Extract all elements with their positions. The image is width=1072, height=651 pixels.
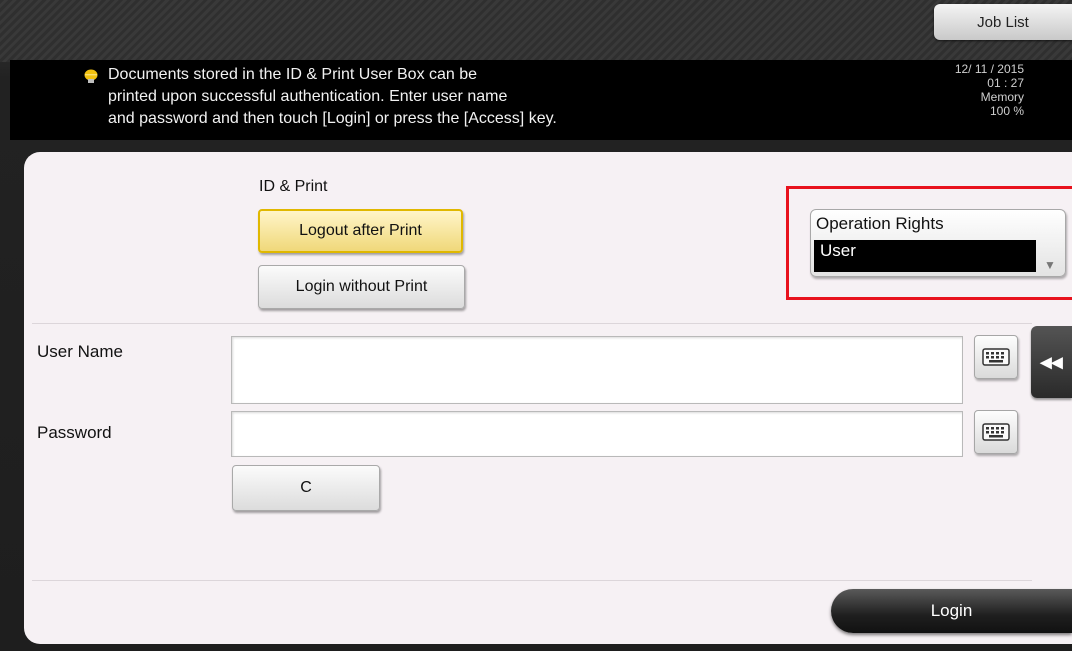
- side-panel-tab[interactable]: ◂◂: [1031, 326, 1072, 398]
- instruction-message: Documents stored in the ID & Print User …: [108, 64, 808, 130]
- job-list-button[interactable]: Job List: [934, 4, 1072, 40]
- divider: [32, 580, 1032, 581]
- keyboard-icon: [982, 423, 1010, 441]
- memory-value: 100 %: [989, 104, 1024, 118]
- login-button[interactable]: Login: [831, 589, 1072, 633]
- keyboard-button-password[interactable]: [974, 410, 1018, 454]
- memory-label: Memory: [980, 90, 1024, 104]
- time-text: 01 : 27: [987, 76, 1024, 90]
- date-text: 12/ 11 / 2015: [954, 62, 1024, 76]
- user-name-field[interactable]: [231, 336, 963, 404]
- id-print-label: ID & Print: [259, 178, 328, 195]
- mfp-screen: Job List Documents stored in the ID & Pr…: [0, 0, 1072, 651]
- login-without-print-button[interactable]: Login without Print: [258, 265, 465, 309]
- message-line: printed upon successful authentication. …: [108, 88, 508, 105]
- operation-rights-label: Operation Rights: [816, 214, 944, 233]
- password-field[interactable]: [231, 411, 963, 457]
- message-line: Documents stored in the ID & Print User …: [108, 66, 478, 83]
- dropdown-arrow-icon[interactable]: ▼: [1038, 240, 1062, 272]
- divider: [32, 323, 1032, 324]
- password-label: Password: [37, 423, 112, 442]
- lightbulb-icon: [84, 69, 98, 83]
- keyboard-icon: [982, 348, 1010, 366]
- status-readout: 12/ 11 / 2015 01 : 27 Memory 100 %: [884, 62, 1024, 118]
- logout-after-print-button[interactable]: Logout after Print: [258, 209, 463, 253]
- clear-button[interactable]: C: [232, 465, 380, 511]
- keyboard-button-user-name[interactable]: [974, 335, 1018, 379]
- operation-rights-value[interactable]: User: [814, 240, 1036, 272]
- message-line: and password and then touch [Login] or p…: [108, 110, 557, 127]
- user-name-label: User Name: [37, 342, 123, 361]
- top-band: [0, 0, 1072, 62]
